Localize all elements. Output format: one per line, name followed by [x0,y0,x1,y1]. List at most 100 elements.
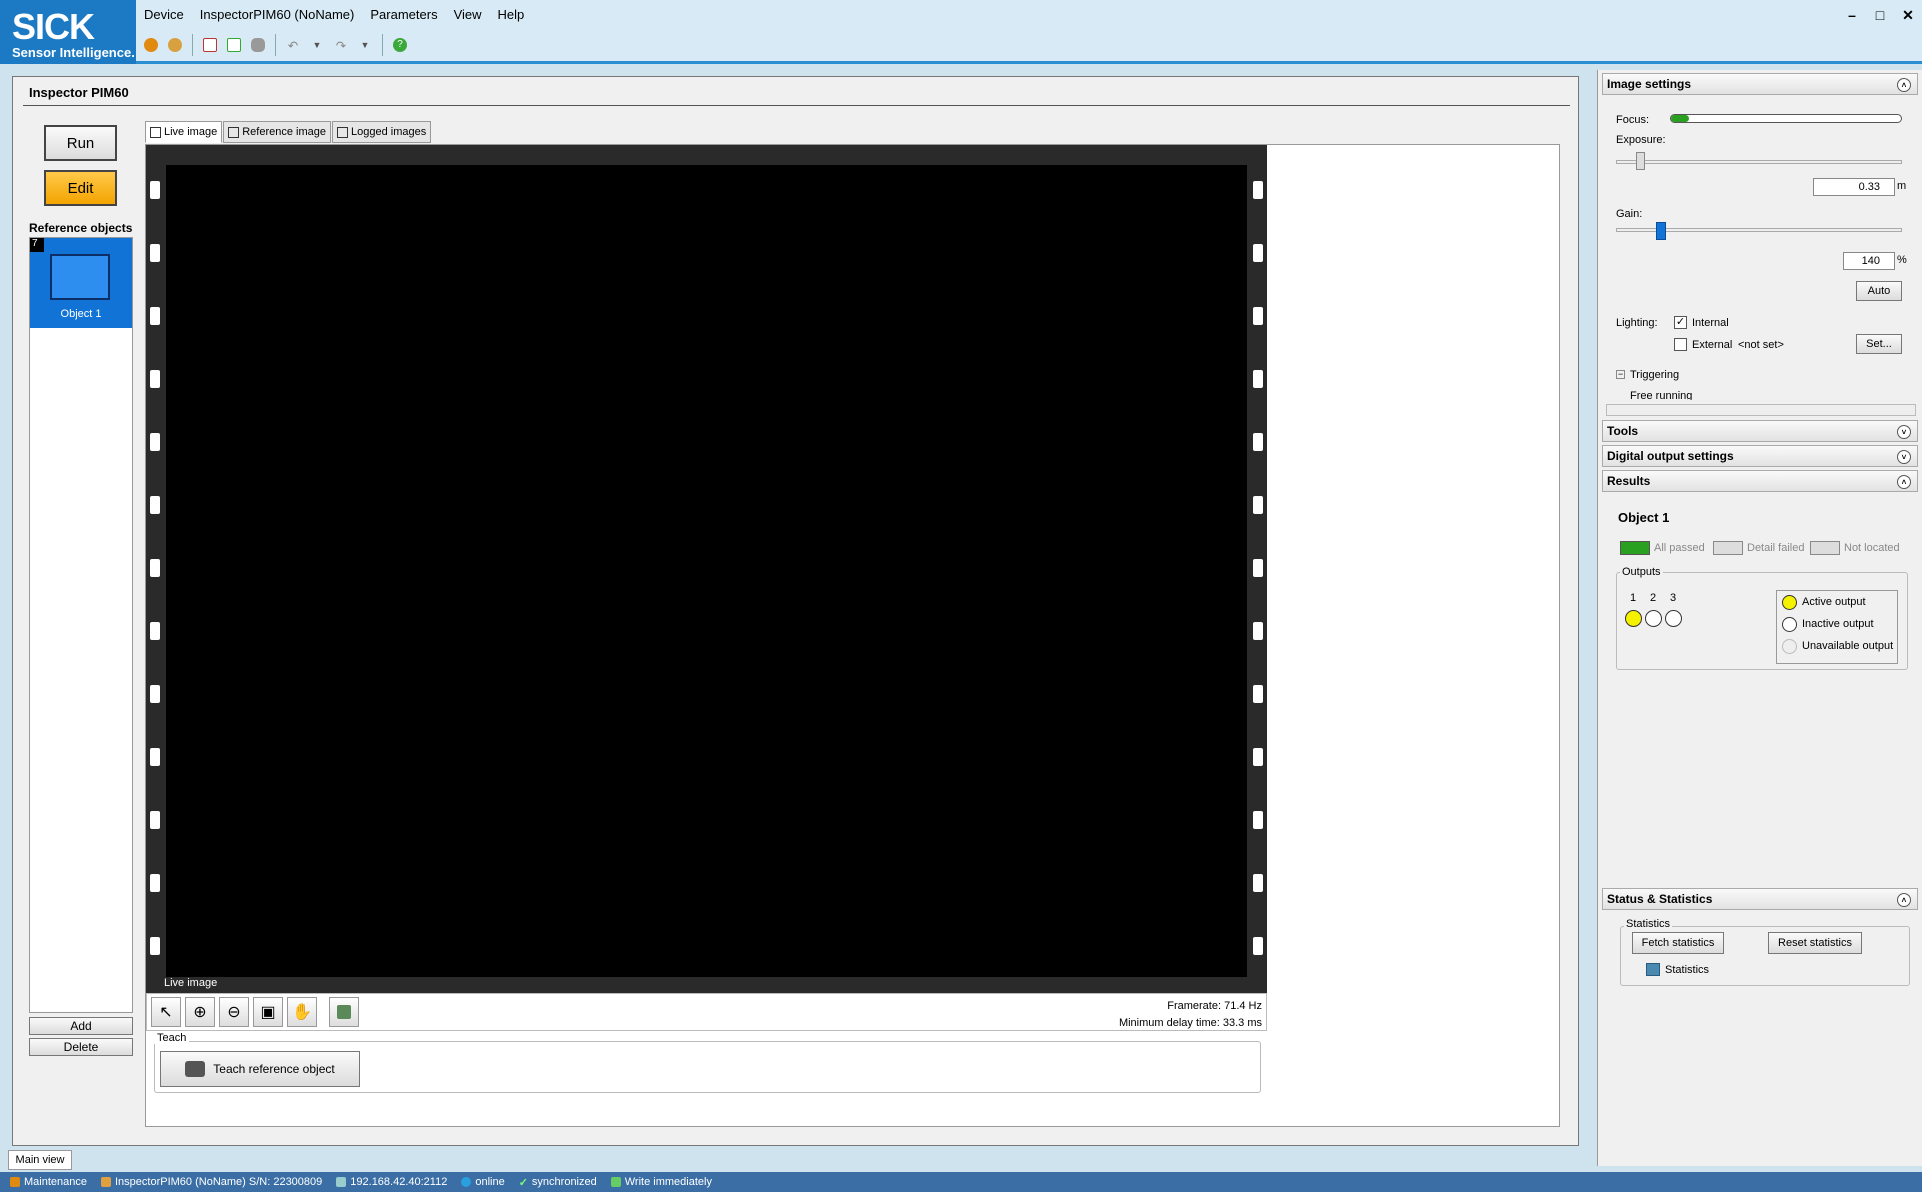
open-icon[interactable] [199,34,221,56]
window-controls: – □ ✕ [1838,2,1922,28]
tab-label: Reference image [242,126,326,138]
triggering-label: Triggering [1630,369,1680,381]
maximize-button[interactable]: □ [1866,2,1894,28]
film-hole [150,244,160,262]
redo-icon[interactable]: ↷ [330,34,352,56]
film-hole [150,181,160,199]
menu-parameters[interactable]: Parameters [362,0,445,30]
logo-tagline: Sensor Intelligence. [12,45,135,60]
zoom-out-icon[interactable]: ⊖ [219,997,249,1027]
pan-hand-icon[interactable]: ✋ [287,997,317,1027]
teach-button-label: Teach reference object [213,1062,335,1076]
menu-view[interactable]: View [446,0,490,30]
section-title: Digital output settings [1607,449,1734,463]
triggering-expand-icon[interactable]: − [1616,370,1625,379]
menu-inspector[interactable]: InspectorPIM60 (NoName) [192,0,363,30]
image-save-icon[interactable] [329,997,359,1027]
film-hole [1253,496,1263,514]
output-1-led [1625,610,1642,627]
tab-logged-images[interactable]: Logged images [331,121,432,143]
output-number-3: 3 [1670,592,1677,604]
fetch-statistics-button[interactable]: Fetch statistics [1632,932,1724,954]
film-hole [1253,307,1263,325]
film-hole [150,433,160,451]
status-statistics-header[interactable]: Status & Statistics ˄ [1602,888,1918,910]
cloud-icon[interactable] [247,34,269,56]
all-passed-indicator [1620,541,1650,555]
reference-object-item[interactable]: 7 Object 1 [30,238,132,328]
free-running-option[interactable]: Free running [1630,390,1692,400]
film-hole [150,370,160,388]
object-label: Object 1 [60,308,102,320]
menu-help[interactable]: Help [490,0,533,30]
edit-button[interactable]: Edit [44,170,117,206]
toolbar-separator [192,34,193,56]
gain-spinbox[interactable]: 140 [1843,252,1895,270]
tab-main-view[interactable]: Main view [8,1150,72,1170]
results-header[interactable]: Results ˄ [1602,470,1918,492]
detail-failed-indicator [1713,541,1743,555]
minimize-button[interactable]: – [1838,2,1866,28]
set-lighting-button[interactable]: Set... [1856,334,1902,354]
add-button[interactable]: Add [29,1017,133,1035]
collapse-icon[interactable]: ˄ [1897,475,1911,489]
run-button[interactable]: Run [44,125,117,161]
status-bar: Maintenance InspectorPIM60 (NoName) S/N:… [0,1172,1922,1192]
pointer-icon[interactable]: ↖ [151,997,181,1027]
tab-live-image[interactable]: Live image [145,121,223,143]
reset-statistics-button[interactable]: Reset statistics [1768,932,1862,954]
exposure-unit: m [1897,180,1907,192]
disconnect-icon[interactable] [164,34,186,56]
save-icon[interactable] [223,34,245,56]
live-image-icon [150,126,161,138]
digital-output-header[interactable]: Digital output settings ˅ [1602,445,1918,467]
external-value: <not set> [1738,339,1784,351]
gain-slider-handle[interactable] [1656,222,1666,240]
status-write-text: Write immediately [624,1176,712,1188]
tools-header[interactable]: Tools ˅ [1602,420,1918,442]
collapse-icon[interactable]: ˄ [1897,893,1911,907]
internal-checkbox[interactable]: ✓ [1674,316,1687,329]
close-button[interactable]: ✕ [1894,2,1922,28]
external-checkbox[interactable] [1674,338,1687,351]
undo-icon[interactable]: ↶ [282,34,304,56]
statistics-item[interactable]: Statistics [1665,964,1709,976]
zoom-in-icon[interactable]: ⊕ [185,997,215,1027]
section-title: Image settings [1607,77,1692,91]
output-3-led [1665,610,1682,627]
film-hole [1253,559,1263,577]
live-image-canvas[interactable] [166,165,1247,977]
horizontal-scrollbar[interactable] [1606,404,1916,416]
gain-unit: % [1897,254,1907,266]
auto-button[interactable]: Auto [1856,281,1902,301]
tab-reference-image[interactable]: Reference image [223,121,331,143]
teach-reference-object-button[interactable]: Teach reference object [160,1051,360,1087]
expand-icon[interactable]: ˅ [1897,425,1911,439]
expand-icon[interactable]: ˅ [1897,450,1911,464]
film-hole [150,622,160,640]
connect-icon[interactable] [140,34,162,56]
internal-label: Internal [1692,317,1729,329]
film-hole [150,685,160,703]
delete-button[interactable]: Delete [29,1038,133,1056]
redo-dropdown-icon[interactable]: ▼ [354,34,376,56]
film-hole [150,559,160,577]
film-hole [150,811,160,829]
collapse-icon[interactable]: ˄ [1897,78,1911,92]
image-toolbar: ↖ ⊕ ⊖ ▣ ✋ Framerate: 71.4 Hz Minimum del… [146,993,1267,1031]
exposure-slider-handle[interactable] [1636,152,1645,170]
active-output-label: Active output [1802,596,1866,608]
toolbar: ↶ ▼ ↷ ▼ ? [140,31,411,59]
exposure-spinbox[interactable]: 0.33 [1813,178,1895,196]
min-delay-text: Minimum delay time: 33.3 ms [1118,1017,1262,1029]
film-hole [150,874,160,892]
help-icon[interactable]: ? [389,34,411,56]
title-bar: SICK Sensor Intelligence. Device Inspect… [0,0,1922,64]
zoom-fit-icon[interactable]: ▣ [253,997,283,1027]
results-object-name: Object 1 [1618,510,1670,525]
menu-device[interactable]: Device [136,0,192,30]
undo-dropdown-icon[interactable]: ▼ [306,34,328,56]
exposure-slider[interactable] [1616,160,1902,164]
image-settings-header[interactable]: Image settings ˄ [1602,73,1918,95]
status-sync-text: synchronized [531,1176,597,1188]
